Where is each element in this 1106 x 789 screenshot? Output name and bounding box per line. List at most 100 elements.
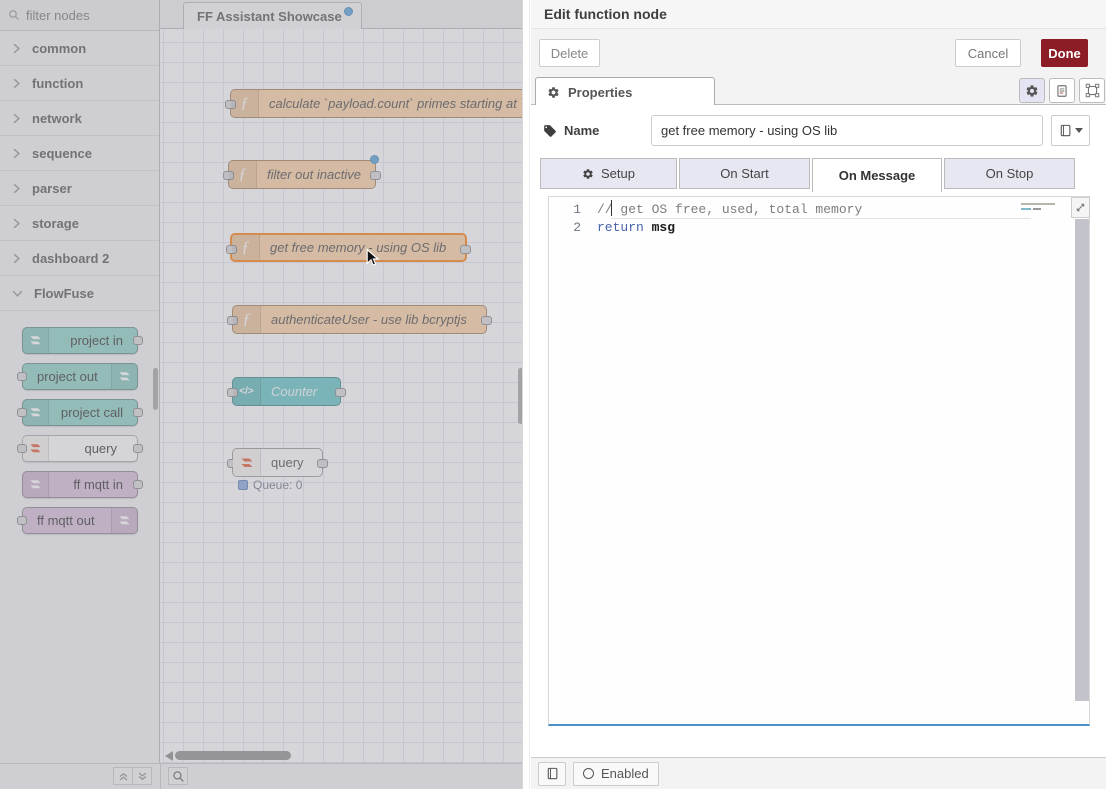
function-icon: ƒ [233,306,261,333]
double-chevron-up-icon [118,771,129,782]
editor-line: 2 return msg [549,218,1089,237]
palette-node-label: query [84,436,117,461]
library-export-button[interactable] [538,762,566,786]
properties-view-button[interactable] [1019,78,1045,103]
tab-on-message[interactable]: On Message [812,158,942,192]
chevron-right-icon [12,78,21,89]
tray-toolbar: Delete Cancel Done [531,29,1106,75]
palette-category-sequence[interactable]: sequence [0,136,159,171]
palette-node-project-out[interactable]: project out [22,363,138,390]
palette-node-ff-mqtt-out[interactable]: ff mqtt out [22,507,138,534]
current-line-border [611,218,1031,219]
palette-category-flowfuse[interactable]: FlowFuse [0,276,159,311]
line-number: 2 [549,220,597,235]
node-label: query [271,449,304,476]
output-port[interactable] [317,459,328,468]
name-row: Name [543,115,1095,146]
palette-node-ff-mqtt-in[interactable]: ff mqtt in [22,471,138,498]
tab-setup[interactable]: Setup [540,158,677,189]
node-red-app: common function network sequence parser … [0,0,1106,789]
output-port [133,336,143,345]
palette-category-dashboard2[interactable]: dashboard 2 [0,241,159,276]
tab-on-stop[interactable]: On Stop [944,158,1075,189]
input-port [17,516,27,525]
appearance-button[interactable] [1079,78,1105,103]
cancel-button[interactable]: Cancel [955,39,1021,67]
function-tabs: Setup On Start On Message On Stop [540,158,1100,192]
chevron-right-icon [12,253,21,264]
flow-workspace: FF Assistant Showcase ƒ calculate `paylo… [160,0,529,763]
output-port [133,480,143,489]
enabled-toggle-button[interactable]: Enabled [573,762,659,786]
workspace-zoom-search-button[interactable] [168,767,188,785]
tray-title: Edit function node [544,6,667,22]
status-dot-icon [238,480,248,490]
node-label: Counter [271,378,317,405]
category-label: common [32,41,86,56]
tab-on-start[interactable]: On Start [679,158,810,189]
caret-down-icon [1075,128,1083,133]
tray-resize-handle[interactable] [523,0,530,789]
node-counter[interactable]: </> Counter [232,377,341,406]
category-label: dashboard 2 [32,251,109,266]
output-port[interactable] [370,171,381,180]
tray-body: Name Setup On Start On Message [531,105,1106,757]
palette-filter-input[interactable] [26,8,136,23]
node-label: calculate `payload.count` primes startin… [269,90,529,117]
name-input[interactable] [651,115,1043,146]
chevron-right-icon [12,43,21,54]
palette-scrollbar[interactable] [153,368,158,410]
node-query[interactable]: query [232,448,323,477]
chevron-right-icon [12,218,21,229]
node-changed-indicator [370,155,379,164]
code-text: msg [644,220,675,235]
palette-node-project-in[interactable]: project in [22,327,138,354]
appearance-frame-icon [1085,83,1100,98]
input-port [17,444,27,453]
node-label: filter out inactive [267,161,361,188]
output-port[interactable] [460,245,471,254]
output-port[interactable] [481,316,492,325]
name-label-text: Name [564,123,599,138]
horizontal-scrollbar[interactable] [175,751,291,760]
palette-expand-all-button[interactable] [132,767,152,785]
editor-scrollbar[interactable] [1075,219,1089,701]
editor-expand-button[interactable] [1071,197,1090,218]
palette-category-function[interactable]: function [0,66,159,101]
node-filter-out-inactive[interactable]: ƒ filter out inactive [228,160,376,189]
tab-properties[interactable]: Properties [535,77,715,106]
flow-tab[interactable]: FF Assistant Showcase [183,2,362,29]
line-number: 1 [549,202,597,217]
palette-node-query[interactable]: query [22,435,138,462]
code-keyword: return [597,220,644,235]
tab-label: On Message [839,168,916,183]
scroll-left-arrow-icon[interactable] [165,751,173,761]
palette-category-storage[interactable]: storage [0,206,159,241]
palette-category-common[interactable]: common [0,31,159,66]
flowfuse-icon [23,328,49,353]
tab-label: On Start [720,166,768,181]
book-icon [546,767,559,780]
chevron-right-icon [12,183,21,194]
delete-button[interactable]: Delete [539,39,600,67]
flow-canvas[interactable]: ƒ calculate `payload.count` primes start… [160,29,529,763]
code-text: // get OS free, used, total memory [597,202,862,217]
library-dropdown-button[interactable] [1051,115,1090,146]
palette-category-parser[interactable]: parser [0,171,159,206]
done-button[interactable]: Done [1041,39,1088,67]
output-port[interactable] [335,388,346,397]
palette-sidebar: common function network sequence parser … [0,0,160,763]
palette-category-network[interactable]: network [0,101,159,136]
node-authenticate-user[interactable]: ƒ authenticateUser - use lib bcryptjs [232,305,487,334]
palette-collapse-all-button[interactable] [113,767,133,785]
palette-node-project-call[interactable]: project call [22,399,138,426]
code-editor[interactable]: 1 // get OS free, used, total memory 2 r… [548,196,1090,726]
description-button[interactable] [1049,78,1075,103]
node-get-free-memory[interactable]: ƒ get free memory - using OS lib [230,233,467,262]
enabled-label: Enabled [601,766,649,781]
output-port [133,408,143,417]
tab-properties-label: Properties [568,85,632,100]
node-calculate-primes[interactable]: ƒ calculate `payload.count` primes start… [230,89,529,118]
palette-filter[interactable] [0,0,159,31]
editor-tabs-row: Properties [531,75,1106,105]
